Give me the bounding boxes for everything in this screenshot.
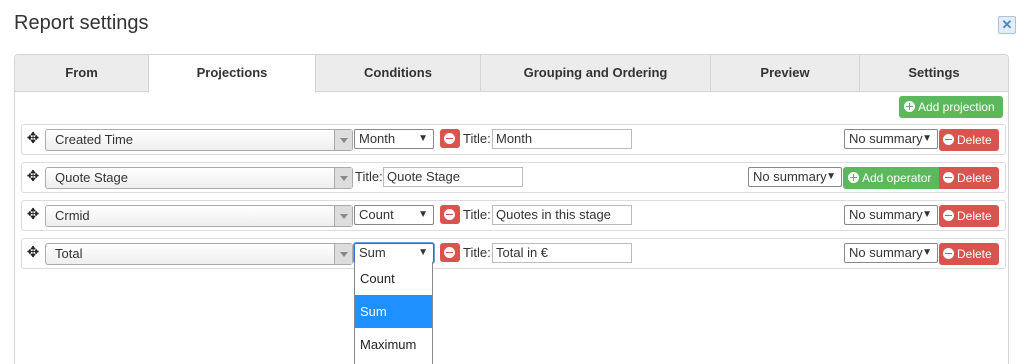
- summary-select[interactable]: No summary ▼: [748, 167, 842, 187]
- minus-circle-icon: [943, 210, 954, 221]
- tab-conditions[interactable]: Conditions: [316, 55, 481, 92]
- tab-grouping-ordering[interactable]: Grouping and Ordering: [481, 55, 711, 92]
- move-icon[interactable]: ✥: [26, 245, 40, 260]
- title-input[interactable]: Quote Stage: [383, 167, 523, 187]
- tab-bar: From Projections Conditions Grouping and…: [15, 55, 1008, 93]
- close-icon[interactable]: ✕: [998, 16, 1016, 34]
- chevron-down-icon: [334, 244, 352, 264]
- minus-circle-icon: [943, 134, 954, 145]
- operator-select[interactable]: Month ▼: [354, 129, 434, 149]
- projection-row: ✥ Quote Stage Title: Quote Stage No summ…: [21, 162, 1006, 193]
- dropdown-option-sum[interactable]: Sum: [355, 295, 432, 328]
- delete-button[interactable]: Delete: [939, 205, 999, 227]
- field-select-value: Quote Stage: [55, 170, 128, 185]
- summary-select-value: No summary: [849, 207, 923, 222]
- minus-circle-icon: [943, 172, 954, 183]
- field-select-value: Created Time: [55, 132, 134, 147]
- summary-select[interactable]: No summary ▼: [844, 129, 938, 149]
- chevron-down-icon: [334, 168, 352, 188]
- caret-down-icon: ▼: [418, 133, 428, 144]
- caret-down-icon: ▼: [418, 247, 428, 258]
- add-operator-label: Add operator: [862, 171, 932, 185]
- summary-select[interactable]: No summary ▼: [844, 243, 938, 263]
- projection-row: ✥ Crmid Count ▼ Title: Quotes in this sta…: [21, 200, 1006, 231]
- chevron-down-icon: [334, 206, 352, 226]
- remove-operator-button[interactable]: [440, 129, 460, 148]
- delete-button[interactable]: Delete: [939, 167, 999, 189]
- field-select[interactable]: Crmid: [45, 205, 353, 227]
- title-input[interactable]: Total in €: [492, 243, 632, 263]
- delete-label: Delete: [957, 171, 992, 185]
- minus-circle-icon: [444, 247, 455, 258]
- title-label: Title:: [463, 207, 491, 222]
- operator-select[interactable]: Sum ▼: [353, 242, 435, 264]
- add-projection-button[interactable]: Add projection: [899, 96, 1003, 118]
- add-operator-button[interactable]: Add operator: [843, 167, 940, 189]
- delete-button[interactable]: Delete: [939, 243, 999, 265]
- report-settings-dialog: Report settings ✕ From Projections Condi…: [0, 0, 1024, 364]
- field-select-value: Total: [55, 246, 83, 261]
- delete-label: Delete: [957, 133, 992, 147]
- operator-select-value: Month: [359, 131, 396, 146]
- projection-row: ✥ Total Sum ▼ Title: Total in € No summar…: [21, 238, 1006, 269]
- projection-row: ✥ Created Time Month ▼ Title: Month No su…: [21, 124, 1006, 155]
- caret-down-icon: ▼: [922, 209, 932, 220]
- plus-circle-icon: [904, 101, 915, 112]
- tab-from[interactable]: From: [15, 55, 149, 92]
- chevron-down-icon: [334, 130, 352, 150]
- dialog-title: Report settings: [14, 12, 149, 34]
- move-icon[interactable]: ✥: [26, 207, 40, 222]
- operator-dropdown-list: Count Sum Maximum: [354, 262, 433, 364]
- caret-down-icon: ▼: [922, 247, 932, 258]
- title-label: Title:: [463, 245, 491, 260]
- field-select[interactable]: Total: [45, 243, 353, 265]
- caret-down-icon: ▼: [922, 133, 932, 144]
- add-projection-label: Add projection: [918, 100, 995, 114]
- title-input[interactable]: Month: [492, 129, 632, 149]
- caret-down-icon: ▼: [418, 209, 428, 220]
- summary-select-value: No summary: [753, 169, 827, 184]
- summary-select-value: No summary: [849, 131, 923, 146]
- plus-circle-icon: [848, 172, 859, 183]
- remove-operator-button[interactable]: [440, 205, 460, 224]
- title-label: Title:: [463, 131, 491, 146]
- move-icon[interactable]: ✥: [26, 169, 40, 184]
- minus-circle-icon: [943, 248, 954, 259]
- delete-label: Delete: [957, 209, 992, 223]
- caret-down-icon: ▼: [826, 171, 836, 182]
- field-select-value: Crmid: [55, 208, 90, 223]
- minus-circle-icon: [444, 133, 455, 144]
- move-icon[interactable]: ✥: [26, 131, 40, 146]
- minus-circle-icon: [444, 209, 455, 220]
- field-select[interactable]: Quote Stage: [45, 167, 353, 189]
- remove-operator-button[interactable]: [440, 243, 460, 262]
- operator-select-value: Count: [359, 207, 394, 222]
- dropdown-option-maximum[interactable]: Maximum: [355, 328, 432, 361]
- delete-button[interactable]: Delete: [939, 129, 999, 151]
- summary-select[interactable]: No summary ▼: [844, 205, 938, 225]
- tab-settings[interactable]: Settings: [860, 55, 1008, 92]
- title-input[interactable]: Quotes in this stage: [492, 205, 632, 225]
- operator-select-value: Sum: [359, 245, 386, 260]
- title-label: Title:: [355, 169, 383, 184]
- field-select[interactable]: Created Time: [45, 129, 353, 151]
- tab-projections[interactable]: Projections: [148, 55, 316, 93]
- settings-panel: From Projections Conditions Grouping and…: [14, 54, 1009, 364]
- tab-preview[interactable]: Preview: [711, 55, 860, 92]
- operator-select[interactable]: Count ▼: [354, 205, 434, 225]
- summary-select-value: No summary: [849, 245, 923, 260]
- delete-label: Delete: [957, 247, 992, 261]
- dropdown-option-count[interactable]: Count: [355, 262, 432, 295]
